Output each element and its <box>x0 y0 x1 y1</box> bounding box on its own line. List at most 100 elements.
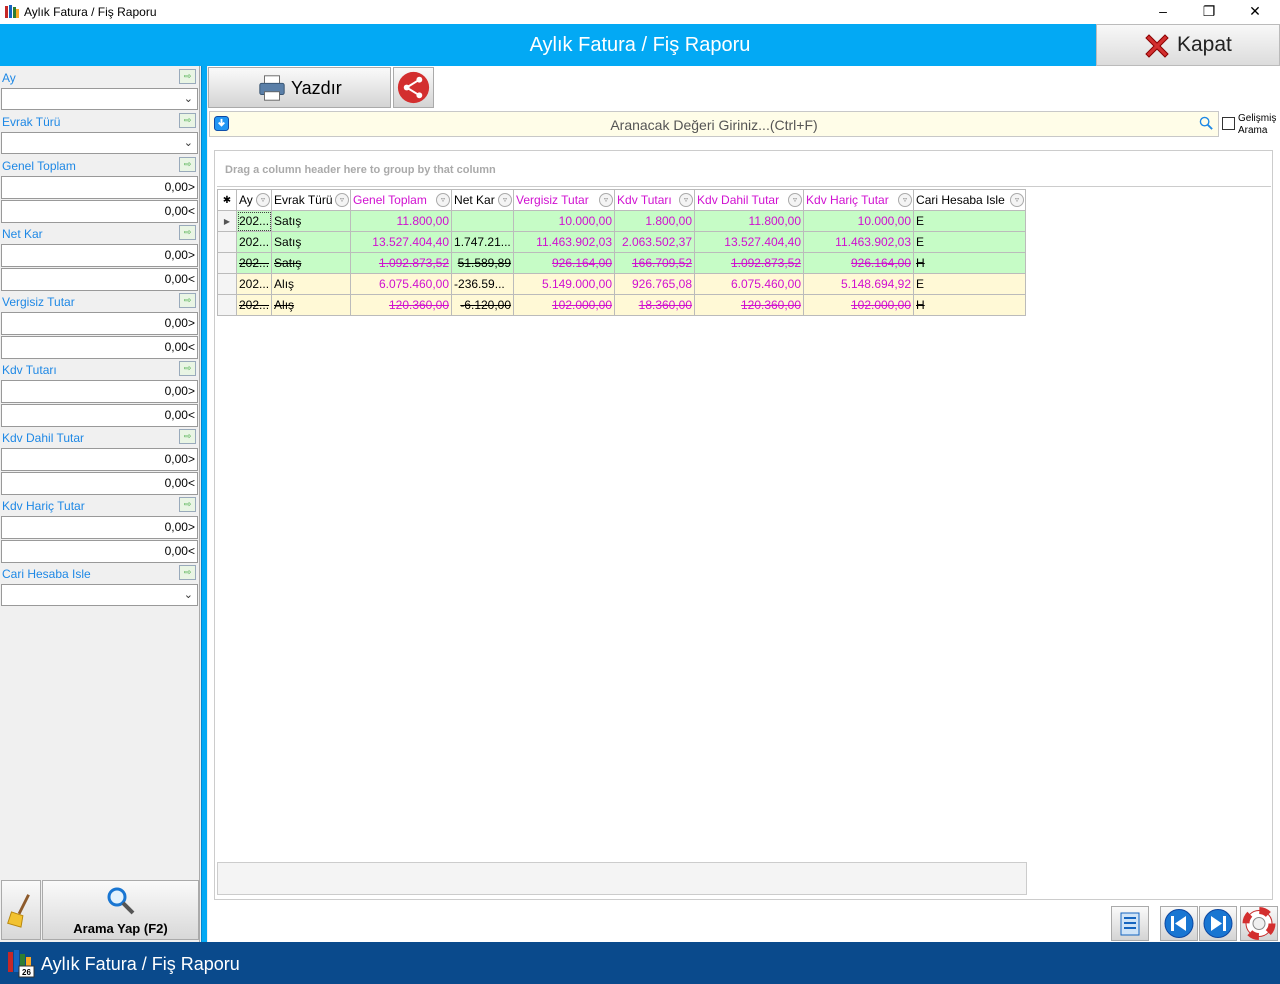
column-header[interactable]: Net Kar ▿ <box>451 189 515 211</box>
filter-evrak-combo[interactable]: ⌄ <box>1 132 198 154</box>
cell-cari[interactable]: E <box>913 273 1027 295</box>
cell-ay[interactable]: 202... <box>235 231 273 253</box>
cell-kdv[interactable]: 926.765,08 <box>614 273 696 295</box>
help-button[interactable] <box>1240 906 1278 941</box>
clear-filters-button[interactable] <box>1 880 41 940</box>
print-button[interactable]: Yazdır <box>208 67 391 108</box>
filter-icon[interactable]: ▿ <box>335 193 350 207</box>
cell-dahil[interactable]: 6.075.460,00 <box>694 273 805 295</box>
cell-genel[interactable]: 11.800,00 <box>350 210 453 232</box>
filter-vergisiz-max[interactable]: 0,00< <box>1 336 198 359</box>
column-header[interactable]: Kdv Dahil Tutar ▿ <box>694 189 805 211</box>
panel-splitter[interactable] <box>201 66 207 942</box>
cell-evrak[interactable]: Satış <box>271 210 352 232</box>
filter-icon[interactable]: ▿ <box>256 193 271 207</box>
cell-vergisiz[interactable]: 102.000,00 <box>513 294 616 316</box>
search-input[interactable]: Aranacak Değeri Giriniz...(Ctrl+F) <box>209 111 1219 137</box>
row-indicator[interactable] <box>217 252 237 274</box>
cell-netkar[interactable]: -236.59... <box>451 273 515 295</box>
cell-haric[interactable]: 5.148.694,92 <box>803 273 915 295</box>
cell-genel[interactable]: 6.075.460,00 <box>350 273 453 295</box>
minimize-button[interactable]: – <box>1140 0 1186 24</box>
cell-kdv[interactable]: 18.360,00 <box>614 294 696 316</box>
table-row[interactable]: ▶ 202... Satış 11.800,00 10.000,00 1.800… <box>217 210 1027 232</box>
cell-cari[interactable]: H <box>913 294 1027 316</box>
filter-genel-max[interactable]: 0,00< <box>1 200 198 223</box>
cell-dahil[interactable]: 13.527.404,40 <box>694 231 805 253</box>
cell-genel[interactable]: 1.092.873,52 <box>350 252 453 274</box>
table-row[interactable]: 202... Satış 1.092.873,52 51.589,89 926.… <box>217 252 1027 274</box>
cell-netkar[interactable]: 1.747.21... <box>451 231 515 253</box>
column-header[interactable]: Ay ▿ <box>235 189 273 211</box>
cell-vergisiz[interactable]: 10.000,00 <box>513 210 616 232</box>
first-record-button[interactable] <box>1160 906 1198 941</box>
magnifier-icon[interactable] <box>1199 116 1214 131</box>
filter-kdv-min[interactable]: 0,00> <box>1 380 198 403</box>
row-indicator[interactable] <box>217 273 237 295</box>
filter-ay-combo[interactable]: ⌄ <box>1 88 198 110</box>
cell-ay[interactable]: 202... <box>235 252 273 274</box>
table-row[interactable]: 202... Alış 120.360,00 -6.120,00 102.000… <box>217 294 1027 316</box>
filter-icon[interactable]: ▿ <box>436 193 451 207</box>
app-taskbar-icon[interactable]: 26 <box>6 948 36 978</box>
cell-kdv[interactable]: 2.063.502,37 <box>614 231 696 253</box>
filter-netkar-max[interactable]: 0,00< <box>1 268 198 291</box>
cell-haric[interactable]: 926.164,00 <box>803 252 915 274</box>
cell-haric[interactable]: 11.463.902,03 <box>803 231 915 253</box>
cell-kdv[interactable]: 1.800,00 <box>614 210 696 232</box>
cell-netkar[interactable]: -6.120,00 <box>451 294 515 316</box>
filter-clear-icon[interactable]: ⇨ <box>179 429 196 444</box>
cell-cari[interactable]: E <box>913 210 1027 232</box>
filter-kdvdahil-min[interactable]: 0,00> <box>1 448 198 471</box>
filter-clear-icon[interactable]: ⇨ <box>179 225 196 240</box>
filter-icon[interactable]: ▿ <box>599 193 614 207</box>
filter-icon[interactable]: ▿ <box>498 193 513 207</box>
filter-icon[interactable]: ▿ <box>1010 193 1025 207</box>
cell-cari[interactable]: H <box>913 252 1027 274</box>
filter-clear-icon[interactable]: ⇨ <box>179 497 196 512</box>
kapat-button[interactable]: Kapat <box>1096 24 1280 66</box>
cell-genel[interactable]: 120.360,00 <box>350 294 453 316</box>
cell-evrak[interactable]: Satış <box>271 252 352 274</box>
row-indicator[interactable] <box>217 294 237 316</box>
filter-genel-min[interactable]: 0,00> <box>1 176 198 199</box>
filter-kdvharic-max[interactable]: 0,00< <box>1 540 198 563</box>
cell-evrak[interactable]: Alış <box>271 273 352 295</box>
filter-icon[interactable]: ▿ <box>679 193 694 207</box>
column-header[interactable]: Genel Toplam ▿ <box>350 189 453 211</box>
cell-haric[interactable]: 102.000,00 <box>803 294 915 316</box>
filter-kdv-max[interactable]: 0,00< <box>1 404 198 427</box>
filter-icon[interactable]: ▿ <box>788 193 803 207</box>
cell-vergisiz[interactable]: 11.463.902,03 <box>513 231 616 253</box>
cell-netkar[interactable] <box>451 210 515 232</box>
cell-dahil[interactable]: 1.092.873,52 <box>694 252 805 274</box>
filter-kdvdahil-max[interactable]: 0,00< <box>1 472 198 495</box>
cell-vergisiz[interactable]: 926.164,00 <box>513 252 616 274</box>
cell-ay[interactable]: 202... <box>235 273 273 295</box>
last-record-button[interactable] <box>1199 906 1237 941</box>
cell-evrak[interactable]: Alış <box>271 294 352 316</box>
cell-genel[interactable]: 13.527.404,40 <box>350 231 453 253</box>
advanced-search-checkbox[interactable] <box>1222 117 1235 130</box>
restore-button[interactable]: ❐ <box>1186 0 1232 24</box>
filter-cari-combo[interactable]: ⌄ <box>1 584 198 606</box>
column-header[interactable]: Evrak Türü ▿ <box>271 189 352 211</box>
cell-evrak[interactable]: Satış <box>271 231 352 253</box>
share-button[interactable] <box>393 67 434 108</box>
row-indicator[interactable] <box>217 231 237 253</box>
cell-ay[interactable]: 202... <box>235 294 273 316</box>
cell-dahil[interactable]: 11.800,00 <box>694 210 805 232</box>
new-row-indicator[interactable]: ✱ <box>217 189 237 211</box>
filter-clear-icon[interactable]: ⇨ <box>179 361 196 376</box>
filter-kdvharic-min[interactable]: 0,00> <box>1 516 198 539</box>
filter-vergisiz-min[interactable]: 0,00> <box>1 312 198 335</box>
cell-kdv[interactable]: 166.709,52 <box>614 252 696 274</box>
group-panel[interactable]: Drag a column header here to group by th… <box>217 153 1271 187</box>
filter-netkar-min[interactable]: 0,00> <box>1 244 198 267</box>
filter-clear-icon[interactable]: ⇨ <box>179 565 196 580</box>
filter-clear-icon[interactable]: ⇨ <box>179 113 196 128</box>
row-indicator-icon[interactable]: ▶ <box>217 210 237 232</box>
cell-ay[interactable]: 202... <box>235 210 273 232</box>
filter-icon[interactable]: ▿ <box>898 193 913 207</box>
column-header[interactable]: Vergisiz Tutar ▿ <box>513 189 616 211</box>
